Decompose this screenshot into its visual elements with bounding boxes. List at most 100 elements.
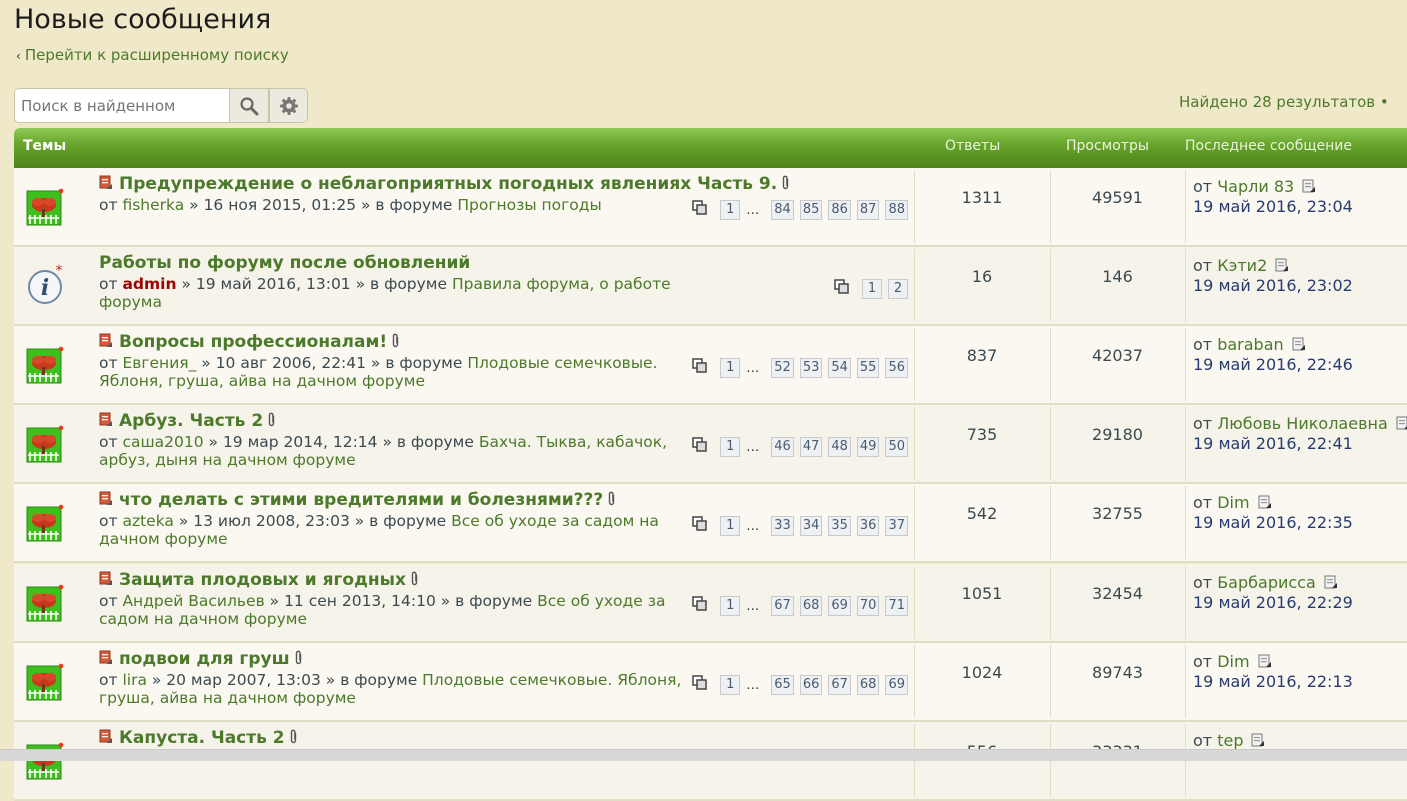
topic-author-link[interactable]: Андрей Васильев (122, 592, 264, 610)
search-button[interactable] (229, 88, 269, 123)
search-settings-button[interactable] (269, 88, 308, 123)
topic-title-link[interactable]: Арбуз. Часть 2 (119, 411, 263, 431)
new-post-icon[interactable] (99, 650, 113, 670)
page-link[interactable]: 1 (720, 437, 741, 457)
page-link[interactable]: 66 (799, 675, 823, 695)
page-link[interactable]: 48 (828, 437, 851, 457)
last-post-author-link[interactable]: Чарли 83 (1217, 177, 1294, 196)
page-link[interactable]: 71 (885, 596, 908, 616)
new-post-icon[interactable] (99, 412, 113, 432)
topic-author-link[interactable]: lira (122, 671, 146, 689)
last-post-author-link[interactable]: Dim (1217, 652, 1249, 671)
new-post-icon[interactable] (99, 571, 113, 591)
page-link[interactable]: 87 (856, 200, 880, 220)
page-link[interactable]: 88 (885, 200, 908, 220)
page-link[interactable]: 67 (771, 596, 794, 616)
page-link[interactable]: 69 (828, 596, 851, 616)
topic-title-link[interactable]: что делать с этими вредителями и болезня… (119, 490, 603, 510)
topic-author-link[interactable]: admin (122, 275, 176, 293)
topic-author-link[interactable]: fisherka (122, 196, 184, 214)
topic-title-link[interactable]: Предупреждение о неблагоприятных погодны… (119, 174, 777, 194)
page-link[interactable]: 54 (828, 358, 851, 378)
topic-title: Вопросы профессионалам! (99, 332, 400, 354)
goto-last-post-icon[interactable] (1258, 494, 1272, 513)
page-link[interactable]: 50 (885, 437, 908, 457)
last-by-label: от (1193, 256, 1213, 275)
page-link[interactable]: 53 (799, 358, 823, 378)
page-link[interactable]: 47 (799, 437, 823, 457)
attachment-icon (410, 571, 419, 592)
multipage-icon (692, 358, 708, 378)
column-divider (1185, 407, 1186, 480)
page-link[interactable]: 1 (862, 279, 882, 299)
last-post-author-link[interactable]: Кэти2 (1217, 256, 1267, 275)
page-link[interactable]: 68 (799, 596, 823, 616)
page-link[interactable]: 36 (856, 516, 880, 536)
page-link[interactable]: 85 (799, 200, 823, 220)
goto-last-post-icon[interactable] (1396, 415, 1407, 434)
page-link[interactable]: 1 (720, 200, 741, 220)
last-post-author-link[interactable]: Барбарисса (1217, 573, 1316, 592)
page-link[interactable]: 35 (828, 516, 851, 536)
goto-last-post-icon[interactable] (1275, 257, 1289, 276)
topic-author-link[interactable]: azteka (122, 512, 173, 530)
last-post-author-link[interactable]: Любовь Николаевна (1217, 414, 1388, 433)
goto-last-post-icon[interactable] (1302, 178, 1316, 197)
topic-title-link[interactable]: Капуста. Часть 2 (119, 728, 285, 748)
last-post-author-link[interactable]: Dim (1217, 493, 1249, 512)
attachment-icon (267, 412, 276, 433)
goto-last-post-icon[interactable] (1324, 574, 1338, 593)
page-link[interactable]: 69 (885, 675, 908, 695)
topic-title-link[interactable]: Вопросы профессионалам! (119, 332, 387, 352)
advanced-search-link[interactable]: ‹ Перейти к расширенному поиску (16, 46, 289, 64)
page-link[interactable]: 84 (771, 200, 794, 220)
by-label: от (99, 196, 118, 214)
topic-author-link[interactable]: Евгения_ (122, 354, 196, 372)
page-link[interactable]: 86 (828, 200, 851, 220)
topic-row: Предупреждение о неблагоприятных погодны… (14, 168, 1407, 247)
last-post: от Чарли 83 19 май 2016, 23:04 (1193, 177, 1353, 216)
page-link[interactable]: 68 (856, 675, 880, 695)
page-link[interactable]: 2 (888, 279, 908, 299)
forum-link[interactable]: Прогнозы погоды (457, 196, 601, 214)
replies-count: 1311 (961, 188, 1003, 207)
page-link[interactable]: 67 (828, 675, 851, 695)
goto-last-post-icon[interactable] (1292, 336, 1306, 355)
topic-title-link[interactable]: Работы по форуму после обновлений (99, 253, 470, 273)
header-topics: Темы (23, 138, 67, 154)
topic-date: » 11 сен 2013, 14:10 » в форуме (264, 592, 538, 610)
search-input[interactable] (14, 88, 229, 123)
page-link[interactable]: 37 (885, 516, 908, 536)
last-post-date: 19 май 2016, 23:02 (1193, 276, 1353, 295)
last-post-date: 19 май 2016, 22:46 (1193, 355, 1353, 374)
page-link[interactable]: 1 (720, 675, 741, 695)
page-link[interactable]: 1 (720, 596, 741, 616)
page-link[interactable]: 65 (771, 675, 794, 695)
page-link[interactable]: 52 (771, 358, 794, 378)
page-link[interactable]: 70 (856, 596, 880, 616)
goto-last-post-icon[interactable] (1258, 653, 1272, 672)
svg-text:*: * (56, 264, 63, 279)
new-post-icon[interactable] (99, 491, 113, 511)
horizontal-scrollbar[interactable] (0, 749, 1407, 761)
new-post-icon[interactable] (99, 729, 113, 749)
topic-title-link[interactable]: Защита плодовых и ягодных (119, 570, 406, 590)
new-post-icon[interactable] (99, 333, 113, 353)
new-post-icon[interactable] (99, 175, 113, 195)
last-post-author-link[interactable]: baraban (1217, 335, 1283, 354)
page-link[interactable]: 1 (720, 358, 741, 378)
topic-author-link[interactable]: саша2010 (122, 433, 203, 451)
page-link[interactable]: 1 (720, 516, 741, 536)
last-post: от baraban 19 май 2016, 22:46 (1193, 335, 1353, 374)
page-link[interactable]: 33 (771, 516, 794, 536)
topic-title-link[interactable]: подвои для груш (119, 649, 290, 669)
pagination-ellipsis: … (746, 518, 760, 534)
page-link[interactable]: 46 (771, 437, 794, 457)
page-link[interactable]: 56 (885, 358, 908, 378)
page-link[interactable]: 55 (856, 358, 880, 378)
page-link[interactable]: 49 (856, 437, 880, 457)
page-link[interactable]: 34 (799, 516, 823, 536)
last-post-author-link[interactable]: tep (1217, 731, 1243, 750)
by-label: от (99, 592, 118, 610)
topic-date: » 19 мар 2014, 12:14 » в форуме (203, 433, 479, 451)
